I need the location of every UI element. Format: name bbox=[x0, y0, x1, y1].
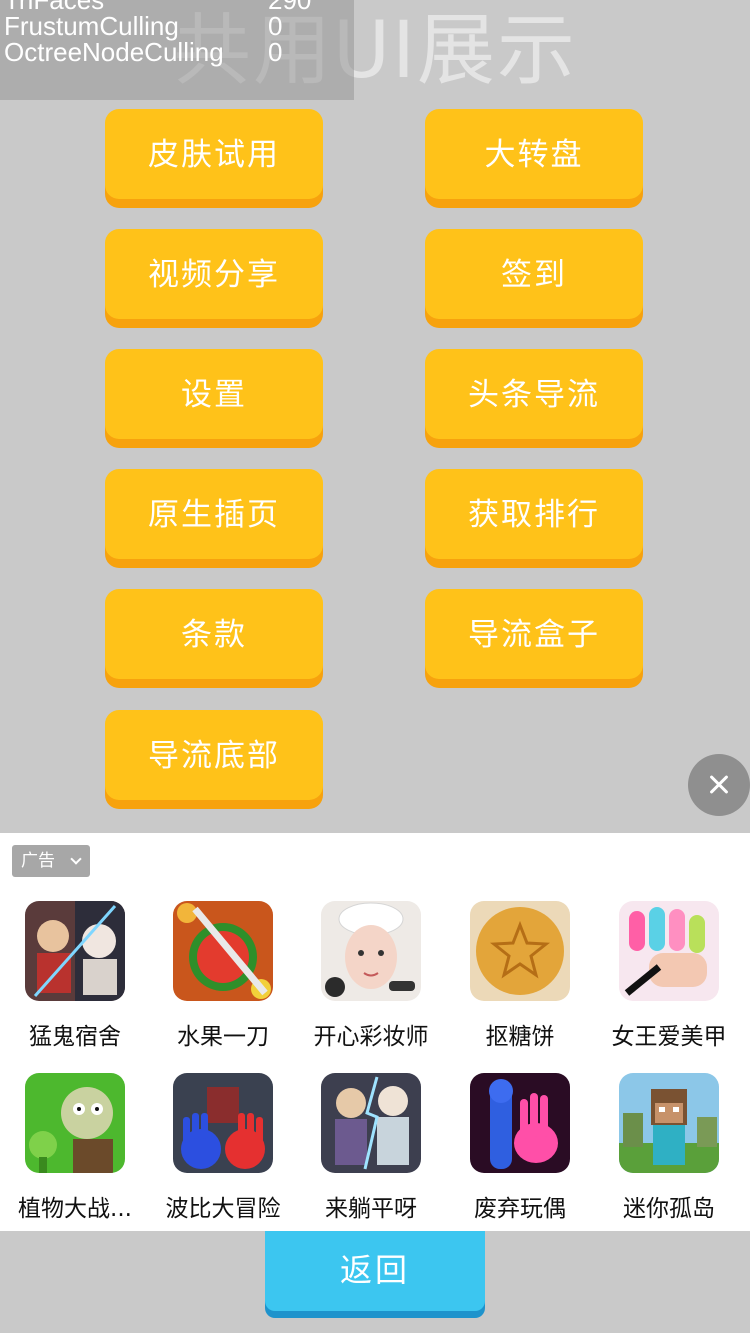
ad-app-item[interactable]: 开心彩妆师 bbox=[296, 901, 446, 1061]
ad-app-name: 开心彩妆师 bbox=[313, 1024, 429, 1050]
ad-app-name: 植物大战... bbox=[18, 1196, 132, 1222]
ad-app-name: 废弃玩偶 bbox=[474, 1196, 566, 1222]
ad-app-item[interactable]: 来躺平呀 bbox=[296, 1073, 446, 1233]
lie-flat-app-icon bbox=[321, 1073, 421, 1173]
lucky-wheel-button[interactable]: 大转盘 bbox=[425, 109, 643, 199]
chevron-down-icon bbox=[70, 853, 82, 865]
abandoned-doll-app-icon bbox=[470, 1073, 570, 1173]
mini-island-app-icon bbox=[619, 1073, 719, 1173]
traffic-box-button[interactable]: 导流盒子 bbox=[425, 589, 643, 679]
skin-trial-button[interactable]: 皮肤试用 bbox=[105, 109, 323, 199]
debug-key: OctreeNodeCulling bbox=[4, 37, 224, 67]
debug-value: 0 bbox=[268, 11, 283, 41]
ad-app-name: 水果一刀 bbox=[177, 1024, 269, 1050]
plants-zombie-app-icon bbox=[25, 1073, 125, 1173]
video-share-button[interactable]: 视频分享 bbox=[105, 229, 323, 319]
toutiao-traffic-button[interactable]: 头条导流 bbox=[425, 349, 643, 439]
settings-button[interactable]: 设置 bbox=[105, 349, 323, 439]
nail-art-app-icon bbox=[619, 901, 719, 1001]
native-interstitial-button[interactable]: 原生插页 bbox=[105, 469, 323, 559]
ad-app-name: 抠糖饼 bbox=[485, 1024, 555, 1050]
back-button[interactable]: 返回 bbox=[265, 1231, 485, 1311]
ad-app-item[interactable]: 植物大战... bbox=[0, 1073, 150, 1233]
ad-app-item[interactable]: 猛鬼宿舍 bbox=[0, 901, 150, 1061]
debug-row: FrustumCulling 0 bbox=[0, 11, 354, 41]
get-ranking-button[interactable]: 获取排行 bbox=[425, 469, 643, 559]
ad-tag[interactable]: 广告 bbox=[12, 845, 90, 877]
debug-key: FrustumCulling bbox=[4, 11, 179, 41]
traffic-bottom-button[interactable]: 导流底部 bbox=[105, 710, 323, 800]
makeup-app-icon bbox=[321, 901, 421, 1001]
ad-app-item[interactable]: 女王爱美甲 bbox=[594, 901, 744, 1061]
ad-app-name: 猛鬼宿舍 bbox=[29, 1024, 121, 1050]
check-in-button[interactable]: 签到 bbox=[425, 229, 643, 319]
ad-app-item[interactable]: 水果一刀 bbox=[148, 901, 298, 1061]
close-icon[interactable] bbox=[688, 754, 750, 816]
ad-app-item[interactable]: 波比大冒险 bbox=[148, 1073, 298, 1233]
debug-row: OctreeNodeCulling 0 bbox=[0, 37, 354, 67]
sugar-cookie-app-icon bbox=[470, 901, 570, 1001]
ad-app-name: 迷你孤岛 bbox=[623, 1196, 715, 1222]
ad-app-name: 波比大冒险 bbox=[165, 1196, 281, 1222]
ad-app-name: 女王爱美甲 bbox=[611, 1024, 727, 1050]
poppy-hands-app-icon bbox=[173, 1073, 273, 1173]
debug-stats-overlay: TriFaces 290 FrustumCulling 0 OctreeNode… bbox=[0, 0, 354, 100]
fruit-slice-app-icon bbox=[173, 901, 273, 1001]
debug-value: 0 bbox=[268, 37, 283, 67]
terms-button[interactable]: 条款 bbox=[105, 589, 323, 679]
ad-panel: 广告 猛鬼宿舍 水果一刀 开心彩妆师 抠糖饼 女王爱美甲 植物大战... 波比大… bbox=[0, 833, 750, 1231]
ad-app-name: 来躺平呀 bbox=[325, 1196, 417, 1222]
ad-tag-label: 广告 bbox=[21, 851, 55, 871]
ghost-dorm-app-icon bbox=[25, 901, 125, 1001]
ad-app-item[interactable]: 废弃玩偶 bbox=[445, 1073, 595, 1233]
ad-app-item[interactable]: 迷你孤岛 bbox=[594, 1073, 744, 1233]
ad-app-item[interactable]: 抠糖饼 bbox=[445, 901, 595, 1061]
